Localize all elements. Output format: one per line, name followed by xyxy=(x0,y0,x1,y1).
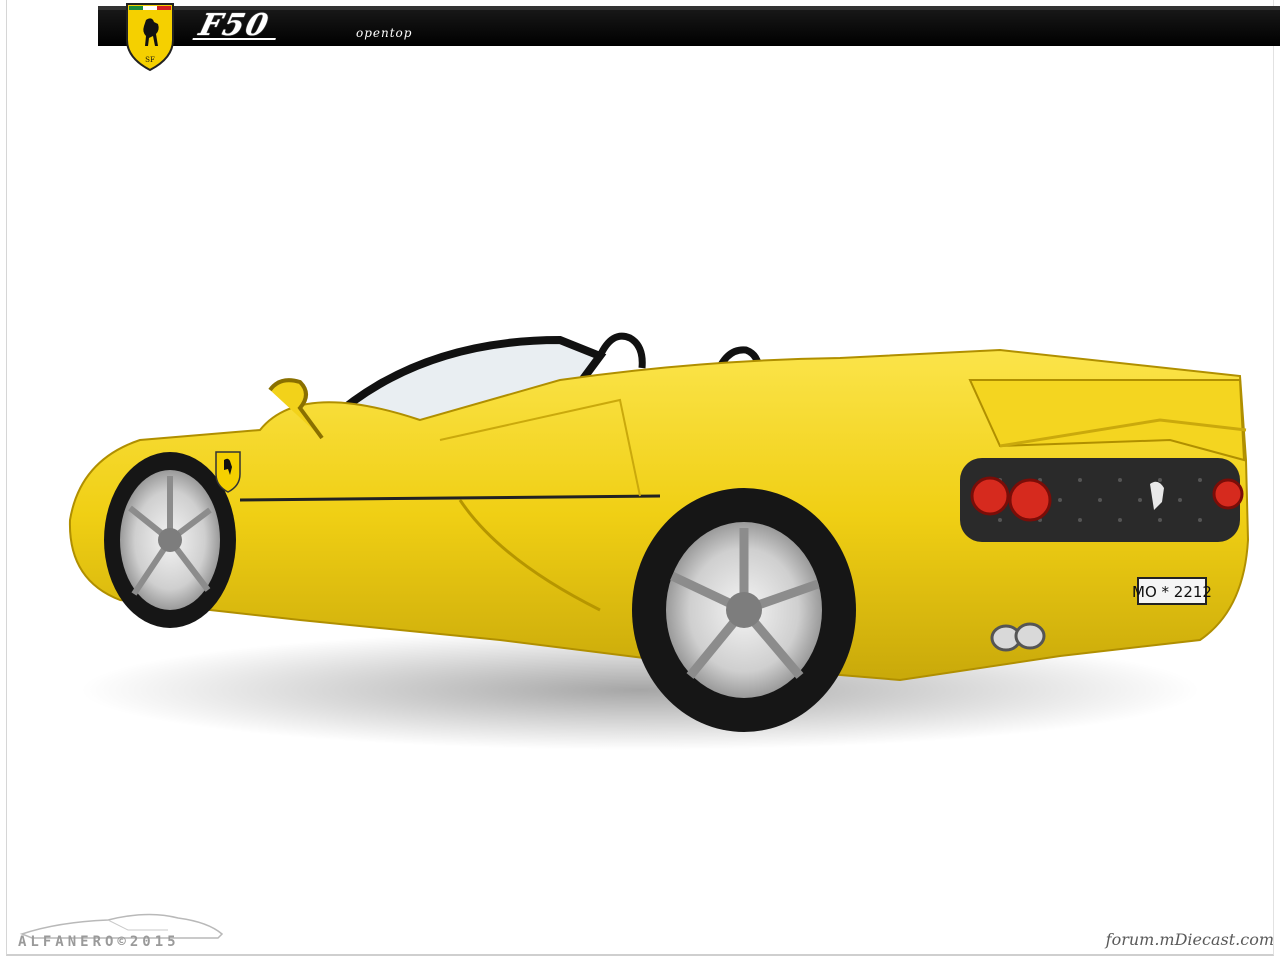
car-photo: MO * 2212 xyxy=(68,332,1250,750)
forum-watermark: forum.mDiecast.com xyxy=(1105,930,1274,949)
alfanero-watermark: ALFANERO©2015 xyxy=(18,934,180,950)
license-plate: MO * 2212 xyxy=(1132,583,1212,601)
